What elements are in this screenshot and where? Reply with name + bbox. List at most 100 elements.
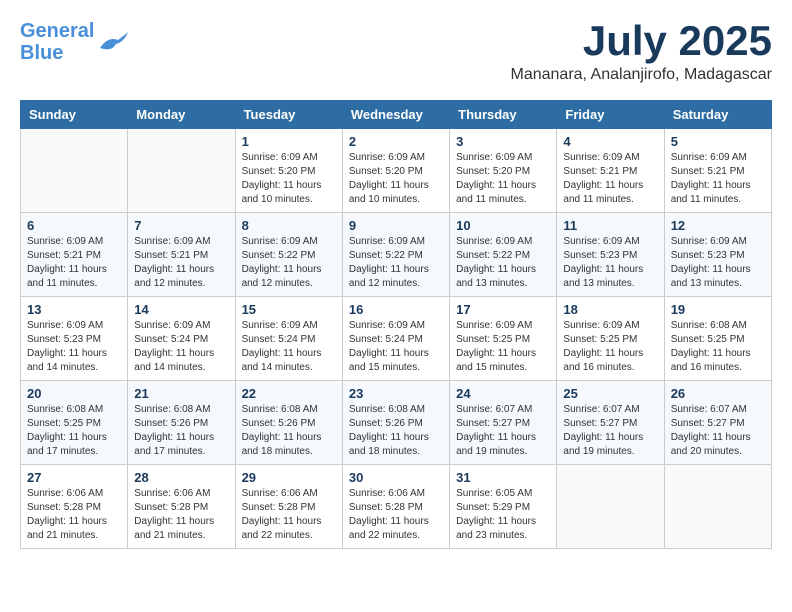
empty-cell [664, 465, 771, 549]
subtitle: Mananara, Analanjirofo, Madagascar [511, 66, 773, 84]
day-cell-28: 28 Sunrise: 6:06 AMSunset: 5:28 PMDayligh… [128, 465, 235, 549]
day-cell-24: 24 Sunrise: 6:07 AMSunset: 5:27 PMDayligh… [450, 381, 557, 465]
day-number: 3 [456, 134, 550, 149]
day-number: 29 [242, 470, 336, 485]
day-info: Sunrise: 6:09 AMSunset: 5:21 PMDaylight:… [134, 235, 228, 291]
day-info: Sunrise: 6:06 AMSunset: 5:28 PMDaylight:… [134, 487, 228, 543]
day-number: 17 [456, 302, 550, 317]
day-number: 20 [27, 386, 121, 401]
day-number: 1 [242, 134, 336, 149]
day-info: Sunrise: 6:09 AMSunset: 5:22 PMDaylight:… [349, 235, 443, 291]
day-info: Sunrise: 6:09 AMSunset: 5:25 PMDaylight:… [456, 319, 550, 375]
weekday-header-saturday: Saturday [664, 101, 771, 129]
weekday-header-tuesday: Tuesday [235, 101, 342, 129]
day-info: Sunrise: 6:09 AMSunset: 5:24 PMDaylight:… [134, 319, 228, 375]
day-info: Sunrise: 6:09 AMSunset: 5:22 PMDaylight:… [456, 235, 550, 291]
day-cell-5: 5 Sunrise: 6:09 AMSunset: 5:21 PMDaylight… [664, 129, 771, 213]
day-cell-10: 10 Sunrise: 6:09 AMSunset: 5:22 PMDayligh… [450, 213, 557, 297]
logo: GeneralBlue [20, 20, 128, 64]
day-cell-8: 8 Sunrise: 6:09 AMSunset: 5:22 PMDaylight… [235, 213, 342, 297]
day-number: 24 [456, 386, 550, 401]
day-number: 4 [563, 134, 657, 149]
day-cell-29: 29Sunrise: 6:06 AMSunset: 5:28 PMDayligh… [235, 465, 342, 549]
day-info: Sunrise: 6:08 AMSunset: 5:26 PMDaylight:… [134, 403, 228, 459]
day-number: 11 [563, 218, 657, 233]
week-row-3: 13Sunrise: 6:09 AMSunset: 5:23 PMDayligh… [21, 297, 772, 381]
day-cell-1: 1 Sunrise: 6:09 AMSunset: 5:20 PMDaylight… [235, 129, 342, 213]
day-cell-17: 17 Sunrise: 6:09 AMSunset: 5:25 PMDayligh… [450, 297, 557, 381]
day-cell-6: 6 Sunrise: 6:09 AMSunset: 5:21 PMDaylight… [21, 213, 128, 297]
title-section: July 2025 Mananara, Analanjirofo, Madaga… [511, 20, 773, 84]
day-number: 26 [671, 386, 765, 401]
logo-text: GeneralBlue [20, 20, 94, 64]
day-info: Sunrise: 6:09 AMSunset: 5:21 PMDaylight:… [563, 151, 657, 207]
day-number: 10 [456, 218, 550, 233]
day-cell-22: 22Sunrise: 6:08 AMSunset: 5:26 PMDayligh… [235, 381, 342, 465]
weekday-header-wednesday: Wednesday [342, 101, 449, 129]
weekday-header-monday: Monday [128, 101, 235, 129]
day-cell-30: 30 Sunrise: 6:06 AMSunset: 5:28 PMDayligh… [342, 465, 449, 549]
day-number: 18 [563, 302, 657, 317]
week-row-5: 27 Sunrise: 6:06 AMSunset: 5:28 PMDayligh… [21, 465, 772, 549]
day-info: Sunrise: 6:09 AMSunset: 5:21 PMDaylight:… [27, 235, 121, 291]
day-cell-23: 23Sunrise: 6:08 AMSunset: 5:26 PMDayligh… [342, 381, 449, 465]
day-number: 25 [563, 386, 657, 401]
day-number: 21 [134, 386, 228, 401]
empty-cell [21, 129, 128, 213]
day-cell-20: 20 Sunrise: 6:08 AMSunset: 5:25 PMDayligh… [21, 381, 128, 465]
day-info: Sunrise: 6:09 AMSunset: 5:24 PMDaylight:… [242, 319, 336, 375]
day-cell-3: 3Sunrise: 6:09 AMSunset: 5:20 PMDaylight… [450, 129, 557, 213]
day-number: 19 [671, 302, 765, 317]
day-number: 22 [242, 386, 336, 401]
day-info: Sunrise: 6:07 AMSunset: 5:27 PMDaylight:… [456, 403, 550, 459]
day-number: 14 [134, 302, 228, 317]
day-info: Sunrise: 6:06 AMSunset: 5:28 PMDaylight:… [27, 487, 121, 543]
day-cell-12: 12 Sunrise: 6:09 AMSunset: 5:23 PMDayligh… [664, 213, 771, 297]
day-number: 8 [242, 218, 336, 233]
day-number: 27 [27, 470, 121, 485]
day-info: Sunrise: 6:09 AMSunset: 5:23 PMDaylight:… [27, 319, 121, 375]
day-cell-13: 13Sunrise: 6:09 AMSunset: 5:23 PMDayligh… [21, 297, 128, 381]
week-row-1: 1 Sunrise: 6:09 AMSunset: 5:20 PMDaylight… [21, 129, 772, 213]
day-number: 5 [671, 134, 765, 149]
day-info: Sunrise: 6:09 AMSunset: 5:23 PMDaylight:… [671, 235, 765, 291]
day-cell-19: 19 Sunrise: 6:08 AMSunset: 5:25 PMDayligh… [664, 297, 771, 381]
day-number: 28 [134, 470, 228, 485]
day-cell-11: 11Sunrise: 6:09 AMSunset: 5:23 PMDayligh… [557, 213, 664, 297]
day-number: 15 [242, 302, 336, 317]
day-info: Sunrise: 6:08 AMSunset: 5:25 PMDaylight:… [671, 319, 765, 375]
day-cell-15: 15 Sunrise: 6:09 AMSunset: 5:24 PMDayligh… [235, 297, 342, 381]
day-cell-31: 31Sunrise: 6:05 AMSunset: 5:29 PMDayligh… [450, 465, 557, 549]
day-number: 16 [349, 302, 443, 317]
day-info: Sunrise: 6:09 AMSunset: 5:20 PMDaylight:… [242, 151, 336, 207]
day-info: Sunrise: 6:07 AMSunset: 5:27 PMDaylight:… [671, 403, 765, 459]
empty-cell [128, 129, 235, 213]
day-cell-16: 16Sunrise: 6:09 AMSunset: 5:24 PMDayligh… [342, 297, 449, 381]
day-cell-4: 4 Sunrise: 6:09 AMSunset: 5:21 PMDaylight… [557, 129, 664, 213]
day-cell-18: 18 Sunrise: 6:09 AMSunset: 5:25 PMDayligh… [557, 297, 664, 381]
empty-cell [557, 465, 664, 549]
week-row-4: 20 Sunrise: 6:08 AMSunset: 5:25 PMDayligh… [21, 381, 772, 465]
day-info: Sunrise: 6:06 AMSunset: 5:28 PMDaylight:… [349, 487, 443, 543]
day-info: Sunrise: 6:09 AMSunset: 5:25 PMDaylight:… [563, 319, 657, 375]
day-cell-27: 27 Sunrise: 6:06 AMSunset: 5:28 PMDayligh… [21, 465, 128, 549]
weekday-header-row: SundayMondayTuesdayWednesdayThursdayFrid… [21, 101, 772, 129]
day-number: 6 [27, 218, 121, 233]
day-info: Sunrise: 6:09 AMSunset: 5:21 PMDaylight:… [671, 151, 765, 207]
main-title: July 2025 [511, 20, 773, 62]
logo-bird-icon [98, 30, 128, 54]
day-number: 30 [349, 470, 443, 485]
day-cell-9: 9 Sunrise: 6:09 AMSunset: 5:22 PMDaylight… [342, 213, 449, 297]
day-info: Sunrise: 6:08 AMSunset: 5:26 PMDaylight:… [349, 403, 443, 459]
day-number: 12 [671, 218, 765, 233]
day-cell-25: 25 Sunrise: 6:07 AMSunset: 5:27 PMDayligh… [557, 381, 664, 465]
day-cell-21: 21 Sunrise: 6:08 AMSunset: 5:26 PMDayligh… [128, 381, 235, 465]
day-info: Sunrise: 6:09 AMSunset: 5:22 PMDaylight:… [242, 235, 336, 291]
day-number: 2 [349, 134, 443, 149]
day-number: 31 [456, 470, 550, 485]
day-number: 9 [349, 218, 443, 233]
weekday-header-friday: Friday [557, 101, 664, 129]
day-cell-2: 2Sunrise: 6:09 AMSunset: 5:20 PMDaylight… [342, 129, 449, 213]
day-info: Sunrise: 6:07 AMSunset: 5:27 PMDaylight:… [563, 403, 657, 459]
day-info: Sunrise: 6:08 AMSunset: 5:25 PMDaylight:… [27, 403, 121, 459]
